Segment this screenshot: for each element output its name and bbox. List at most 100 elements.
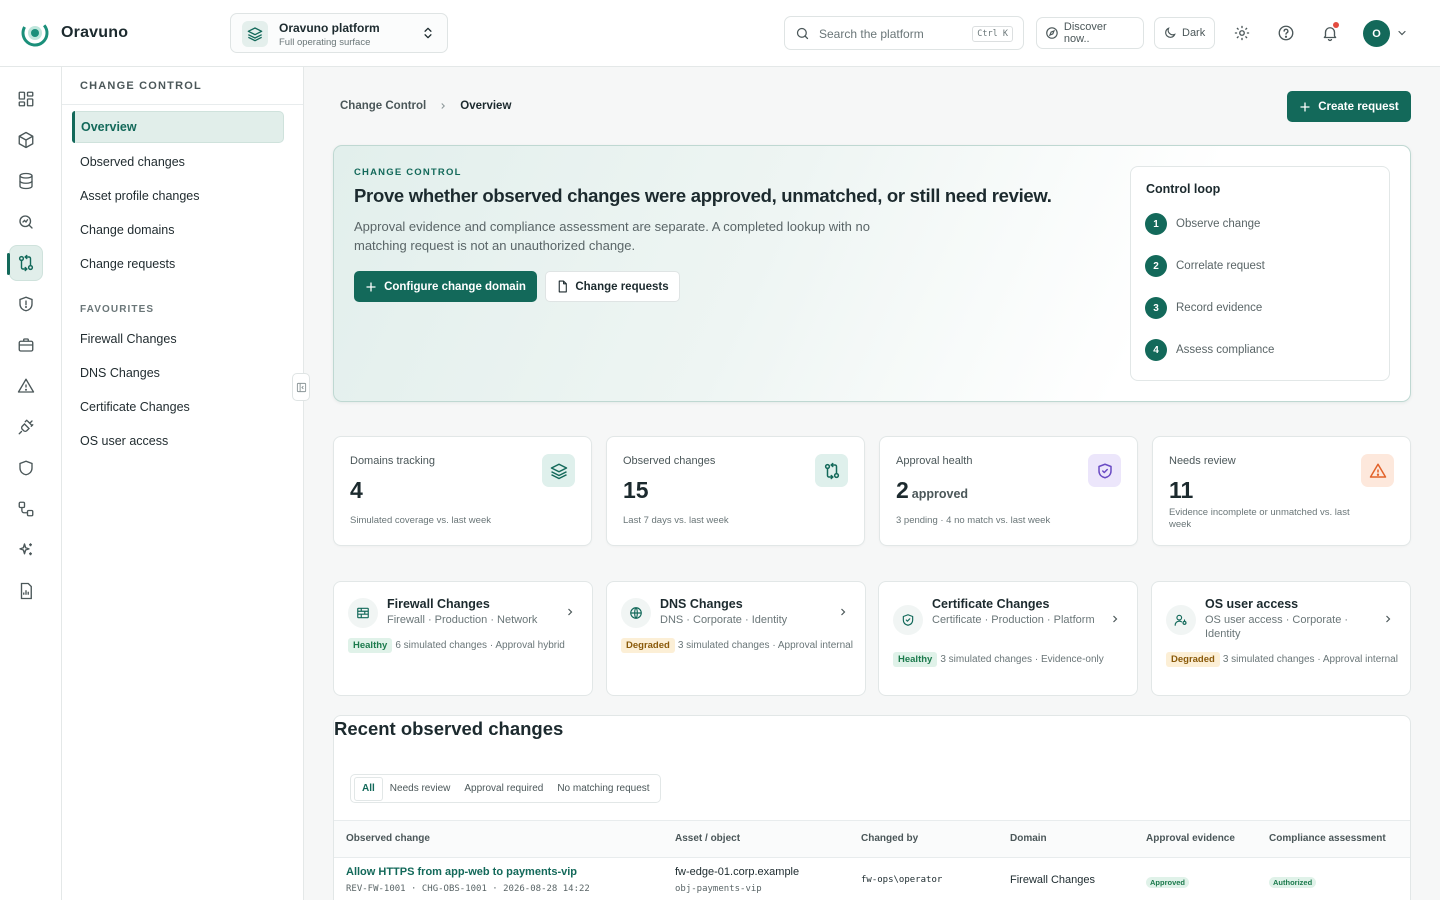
column-header[interactable]: Compliance assessment xyxy=(1269,833,1386,844)
domain-card-os-user-access[interactable]: OS user access OS user access · Corporat… xyxy=(1151,581,1411,696)
sidebar-item-overview[interactable]: Overview xyxy=(72,111,284,143)
collapse-sidebar-button[interactable] xyxy=(292,373,310,401)
domain-title: OS user access xyxy=(1205,597,1299,611)
column-header[interactable]: Approval evidence xyxy=(1146,833,1235,844)
git-compare-icon xyxy=(815,454,848,487)
change-requests-button[interactable]: Change requests xyxy=(545,271,680,302)
shield-alert-icon[interactable] xyxy=(9,286,43,322)
domain-card-certificate[interactable]: Certificate Changes Certificate · Produc… xyxy=(878,581,1138,696)
filter-tabs: All Needs review Approval required No ma… xyxy=(350,774,661,803)
status-badge: Healthy xyxy=(893,652,938,667)
database-icon[interactable] xyxy=(9,163,43,199)
domain-meta: Firewall · Production · Network xyxy=(387,614,538,626)
approval-badge: Approved xyxy=(1146,876,1190,888)
globe-icon xyxy=(621,598,651,628)
sparkles-icon[interactable] xyxy=(9,532,43,568)
change-meta: REV-FW-1001 · CHG-OBS-1001 · 2026-08-28 … xyxy=(346,884,590,894)
favourite-firewall-changes[interactable]: Firewall Changes xyxy=(72,323,284,355)
status-badge: Degraded xyxy=(1166,652,1220,667)
tab-approval-required[interactable]: Approval required xyxy=(457,778,550,800)
domain-footer: Degraded 3 simulated changes · Approval i… xyxy=(621,637,857,654)
object-name: obj-payments-vip xyxy=(675,884,762,894)
loop-step: 3 Record evidence xyxy=(1145,297,1262,319)
avatar[interactable]: O xyxy=(1363,20,1390,47)
changed-by: fw-ops\operator xyxy=(861,875,943,885)
change-link[interactable]: Allow HTTPS from app-web to payments-vip xyxy=(346,866,577,878)
workflow-icon[interactable] xyxy=(9,491,43,527)
layers-icon xyxy=(242,21,268,47)
theme-toggle[interactable]: Dark xyxy=(1154,17,1215,49)
table-header: Observed change Asset / object Changed b… xyxy=(334,820,1410,858)
configure-change-domain-button[interactable]: Configure change domain xyxy=(354,271,537,302)
column-header[interactable]: Domain xyxy=(1010,833,1047,844)
plug-icon[interactable] xyxy=(9,409,43,445)
search-input[interactable]: Search the platform Ctrl K xyxy=(784,16,1024,50)
dashboard-icon[interactable] xyxy=(9,81,43,117)
workspace-subtitle: Full operating surface xyxy=(279,37,371,48)
domain-detail: 3 simulated changes · Approval internal xyxy=(677,640,853,651)
domain-footer: Healthy 3 simulated changes · Evidence-on… xyxy=(893,651,1129,668)
chevron-down-icon[interactable] xyxy=(1396,27,1408,39)
compass-icon xyxy=(1046,27,1058,39)
briefcase-icon[interactable] xyxy=(9,327,43,363)
help-icon[interactable] xyxy=(1275,22,1297,44)
stat-label: Needs review xyxy=(1169,455,1236,467)
firewall-icon xyxy=(348,598,378,628)
tab-needs-review[interactable]: Needs review xyxy=(383,778,458,800)
workspace-switcher[interactable]: Oravuno platform Full operating surface xyxy=(230,13,448,53)
gear-icon[interactable] xyxy=(1231,22,1253,44)
favourite-os-user-access[interactable]: OS user access xyxy=(72,425,284,457)
search-insight-icon[interactable] xyxy=(9,204,43,240)
favourites-heading: FAVOURITES xyxy=(80,304,155,315)
plus-icon xyxy=(366,281,376,292)
tab-all[interactable]: All xyxy=(354,776,383,801)
column-header[interactable]: Changed by xyxy=(861,833,918,844)
table-row[interactable]: Allow HTTPS from app-web to payments-vip… xyxy=(334,859,1410,900)
search-icon xyxy=(796,27,809,40)
stat-label: Approval health xyxy=(896,455,973,467)
oravuno-logo[interactable] xyxy=(21,19,49,47)
change-requests-label: Change requests xyxy=(575,280,669,293)
control-loop-card: Control loop 1 Observe change 2 Correlat… xyxy=(1130,166,1390,381)
warning-icon[interactable] xyxy=(9,368,43,404)
chevron-right-icon xyxy=(568,608,573,616)
domain-card-firewall[interactable]: Firewall Changes Firewall · Production ·… xyxy=(333,581,593,696)
stat-subtext: 3 pending · 4 no match vs. last week xyxy=(896,515,1051,526)
loop-step-number: 2 xyxy=(1145,255,1167,277)
stat-value: 15 xyxy=(623,477,649,503)
recent-changes-title: Recent observed changes xyxy=(334,718,564,739)
sidebar-item-observed-changes[interactable]: Observed changes xyxy=(72,146,284,178)
domain-meta: Certificate · Production · Platform xyxy=(932,614,1095,626)
cube-icon[interactable] xyxy=(9,122,43,158)
breadcrumb-parent[interactable]: Change Control xyxy=(340,100,426,112)
recent-changes-panel: Recent observed changes All Needs review… xyxy=(333,715,1411,900)
domain-footer: Degraded 3 simulated changes · Approval i… xyxy=(1166,651,1402,668)
column-header[interactable]: Asset / object xyxy=(675,833,740,844)
stat-card-observed-changes: Observed changes 15 Last 7 days vs. last… xyxy=(606,436,865,546)
domain-meta: DNS · Corporate · Identity xyxy=(660,614,788,626)
chevron-right-icon xyxy=(441,103,446,109)
sidebar-item-change-requests[interactable]: Change requests xyxy=(72,248,284,280)
search-placeholder: Search the platform xyxy=(819,27,924,41)
loop-step-label: Correlate request xyxy=(1176,260,1265,272)
shield-check-icon xyxy=(1088,454,1121,487)
loop-step: 4 Assess compliance xyxy=(1145,339,1274,361)
hero-panel: CHANGE CONTROL Prove whether observed ch… xyxy=(333,145,1411,402)
sidebar-item-change-domains[interactable]: Change domains xyxy=(72,214,284,246)
domain-detail: 3 simulated changes · Approval internal xyxy=(1222,654,1398,665)
domain-card-dns[interactable]: DNS Changes DNS · Corporate · Identity D… xyxy=(606,581,866,696)
hero-title: Prove whether observed changes were appr… xyxy=(354,185,1052,206)
favourite-certificate-changes[interactable]: Certificate Changes xyxy=(72,391,284,423)
discover-button[interactable]: Discover now.. xyxy=(1036,17,1144,49)
create-request-button[interactable]: Create request xyxy=(1287,91,1411,122)
shield-icon[interactable] xyxy=(9,450,43,486)
loop-step-number: 3 xyxy=(1145,297,1167,319)
report-icon[interactable] xyxy=(9,573,43,609)
chevron-right-icon xyxy=(841,608,846,616)
tab-no-matching-request[interactable]: No matching request xyxy=(550,778,656,800)
column-header[interactable]: Observed change xyxy=(346,833,430,844)
sidebar-item-asset-profile-changes[interactable]: Asset profile changes xyxy=(72,180,284,212)
favourite-dns-changes[interactable]: DNS Changes xyxy=(72,357,284,389)
bell-icon[interactable] xyxy=(1319,22,1341,44)
git-compare-icon[interactable] xyxy=(7,245,43,281)
